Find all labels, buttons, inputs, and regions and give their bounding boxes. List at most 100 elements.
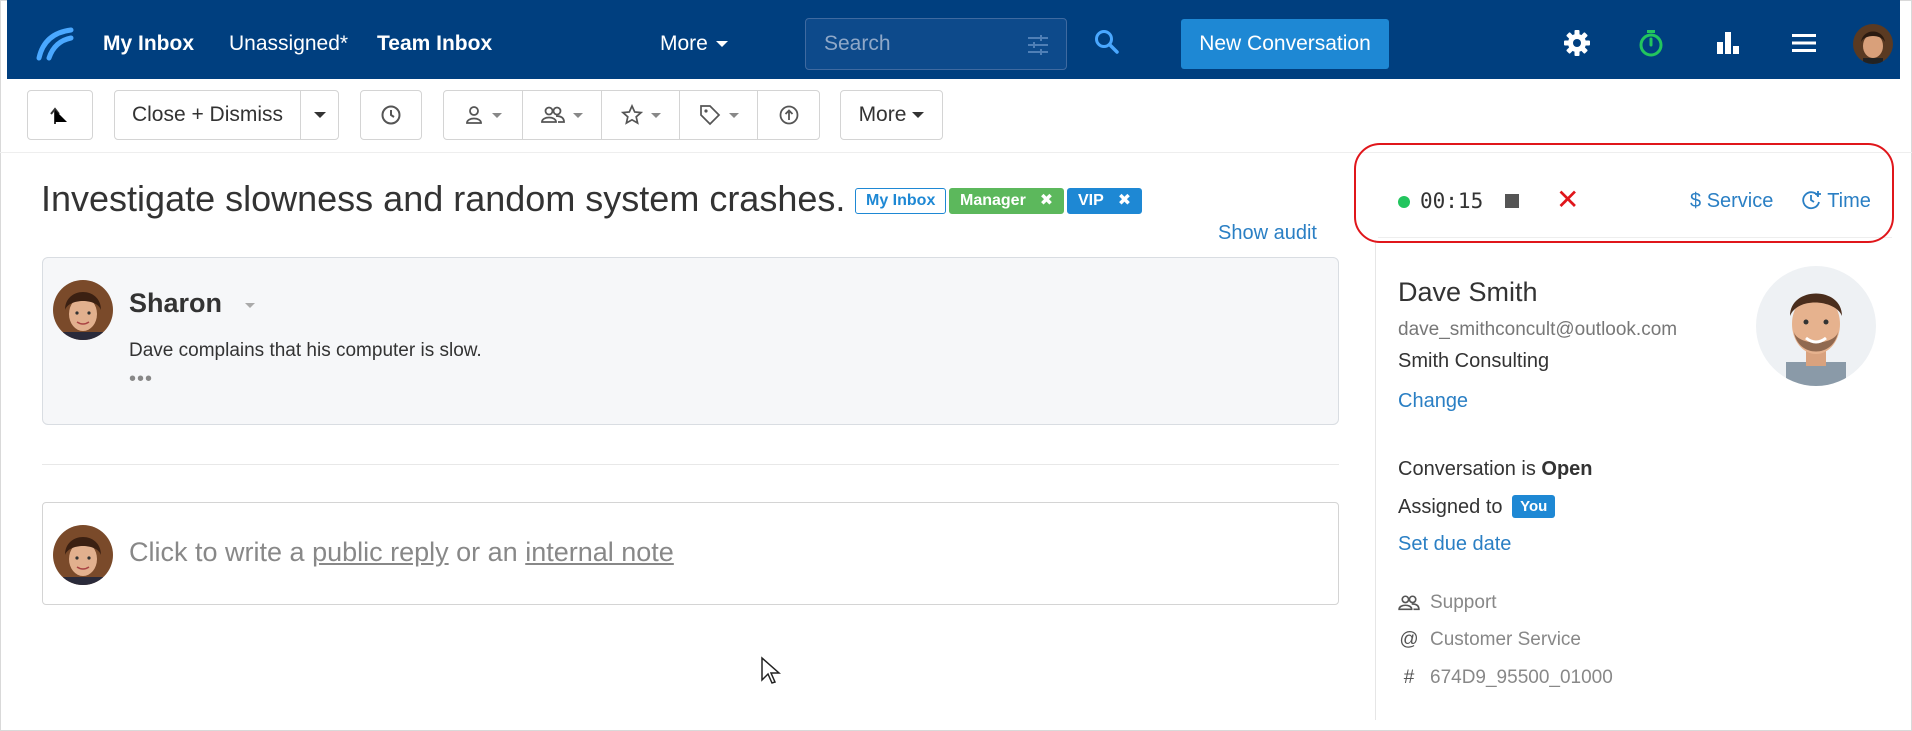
tag-label: My Inbox <box>866 192 936 209</box>
thread-divider <box>42 464 1339 465</box>
time-label: Time <box>1827 190 1871 212</box>
search-box <box>805 18 1067 70</box>
conversation-title: Investigate slowness and random system c… <box>41 178 846 219</box>
contact-company: Smith Consulting <box>1398 350 1550 372</box>
message-card: Sharon Dave complains that his computer … <box>42 257 1339 425</box>
chevron-down-icon[interactable] <box>245 303 255 308</box>
star-icon <box>620 104 643 125</box>
remove-tag-icon[interactable]: ✖ <box>1040 192 1053 209</box>
logo-icon[interactable] <box>33 26 77 62</box>
timer-running-indicator <box>1398 196 1410 208</box>
top-nav: My Inbox Unassigned* Team Inbox More New… <box>7 0 1900 79</box>
contact-photo <box>1756 266 1876 386</box>
conversation-status: Conversation is Open <box>1398 458 1593 481</box>
hash-icon: # <box>1403 667 1415 688</box>
internal-note-link[interactable]: internal note <box>525 537 674 567</box>
reply-prefix: Click to write a <box>129 537 305 567</box>
mouse-cursor-icon <box>761 656 781 684</box>
close-dismiss-label: Close + Dismiss <box>131 103 284 126</box>
menu-icon[interactable] <box>1789 28 1819 58</box>
nav-more-label: More <box>660 32 708 55</box>
contact-name: Dave Smith <box>1398 277 1538 307</box>
stop-timer-icon[interactable] <box>1505 194 1519 208</box>
filter-icon[interactable] <box>1026 33 1050 57</box>
close-dismiss-group: Close + Dismiss <box>114 90 339 140</box>
chevron-down-icon <box>313 112 326 118</box>
priority-button[interactable] <box>602 91 680 139</box>
set-due-date-link[interactable]: Set due date <box>1398 533 1511 556</box>
team-name: Support <box>1430 592 1497 613</box>
chevron-down-icon <box>912 112 925 118</box>
sidebar-divider <box>1375 240 1376 720</box>
mailbox-row: @ Customer Service <box>1398 629 1581 651</box>
public-reply-link[interactable]: public reply <box>312 537 449 567</box>
change-contact-link[interactable]: Change <box>1398 390 1468 413</box>
reply-avatar <box>53 525 113 585</box>
tag-label: VIP <box>1078 192 1104 209</box>
back-button[interactable] <box>27 90 93 140</box>
assignment-info: Assigned to You <box>1398 495 1556 519</box>
assignment-group <box>443 90 820 140</box>
chevron-down-icon <box>573 112 583 118</box>
service-label: Service <box>1706 190 1774 212</box>
tag-manager[interactable]: Manager ✖ <box>949 188 1065 214</box>
mailbox-name: Customer Service <box>1430 629 1581 650</box>
move-button[interactable] <box>758 91 819 139</box>
assigned-prefix: Assigned to <box>1398 496 1503 518</box>
message-expand[interactable]: ••• <box>129 368 153 391</box>
remove-tag-icon[interactable]: ✖ <box>1118 192 1131 209</box>
nav-my-inbox[interactable]: My Inbox <box>103 0 194 79</box>
tag-vip[interactable]: VIP ✖ <box>1067 188 1143 214</box>
assign-team-button[interactable] <box>523 91 602 139</box>
clock-icon <box>381 105 401 125</box>
assign-user-button[interactable] <box>444 91 523 139</box>
action-toolbar: Close + Dismiss More <box>0 79 1912 153</box>
stopwatch-icon[interactable] <box>1636 28 1666 58</box>
message-author: Sharon <box>129 288 223 318</box>
chevron-down-icon <box>715 41 728 48</box>
close-dismiss-dropdown[interactable] <box>301 91 338 139</box>
team-icon <box>1398 594 1420 612</box>
search-input[interactable] <box>824 32 1024 56</box>
show-audit-link[interactable]: Show audit <box>1218 222 1317 245</box>
close-dismiss-button[interactable]: Close + Dismiss <box>115 91 301 139</box>
user-avatar[interactable] <box>1853 24 1893 64</box>
ticket-id-row: # 674D9_95500_01000 <box>1398 667 1613 689</box>
at-sign-icon: @ <box>1399 629 1419 650</box>
arrow-up-icon <box>50 107 67 124</box>
tag-my-inbox[interactable]: My Inbox <box>855 188 947 214</box>
tag-button[interactable] <box>680 91 758 139</box>
nav-unassigned[interactable]: Unassigned* <box>229 0 348 79</box>
team-icon <box>541 106 565 123</box>
assignee-badge: You <box>1512 495 1556 518</box>
arrow-up-circle-icon <box>779 105 798 125</box>
time-link[interactable]: Time <box>1802 190 1871 213</box>
chevron-down-icon <box>650 112 661 118</box>
status-value: Open <box>1541 458 1593 480</box>
clock-plus-icon <box>1802 191 1821 210</box>
nav-more-menu[interactable]: More <box>660 0 728 79</box>
contact-email: dave_smithconcult@outlook.com <box>1398 319 1678 340</box>
tag-icon <box>699 105 720 126</box>
ticket-id: 674D9_95500_01000 <box>1430 667 1613 688</box>
chevron-down-icon <box>728 112 739 118</box>
dollar-icon: $ <box>1690 190 1702 212</box>
bar-chart-icon[interactable] <box>1713 28 1743 58</box>
snooze-button[interactable] <box>360 90 422 140</box>
reply-prompt: Click to write a public reply or an inte… <box>129 537 674 568</box>
new-conversation-button[interactable]: New Conversation <box>1181 19 1389 69</box>
more-actions-button[interactable]: More <box>840 90 943 140</box>
user-icon <box>466 106 482 124</box>
discard-timer-icon[interactable]: ✕ <box>1556 186 1579 214</box>
status-prefix: Conversation is <box>1398 458 1536 480</box>
gear-icon[interactable] <box>1562 28 1592 58</box>
timer-elapsed: 00:15 <box>1420 189 1484 213</box>
chevron-down-icon <box>492 112 502 118</box>
message-body: Dave complains that his computer is slow… <box>129 340 482 361</box>
nav-team-inbox[interactable]: Team Inbox <box>377 0 492 79</box>
reply-box[interactable]: Click to write a public reply or an inte… <box>42 502 1339 605</box>
search-icon[interactable] <box>1093 28 1119 54</box>
reply-or: or an <box>456 537 518 567</box>
author-avatar <box>53 280 113 340</box>
service-link[interactable]: $ Service <box>1690 190 1773 213</box>
